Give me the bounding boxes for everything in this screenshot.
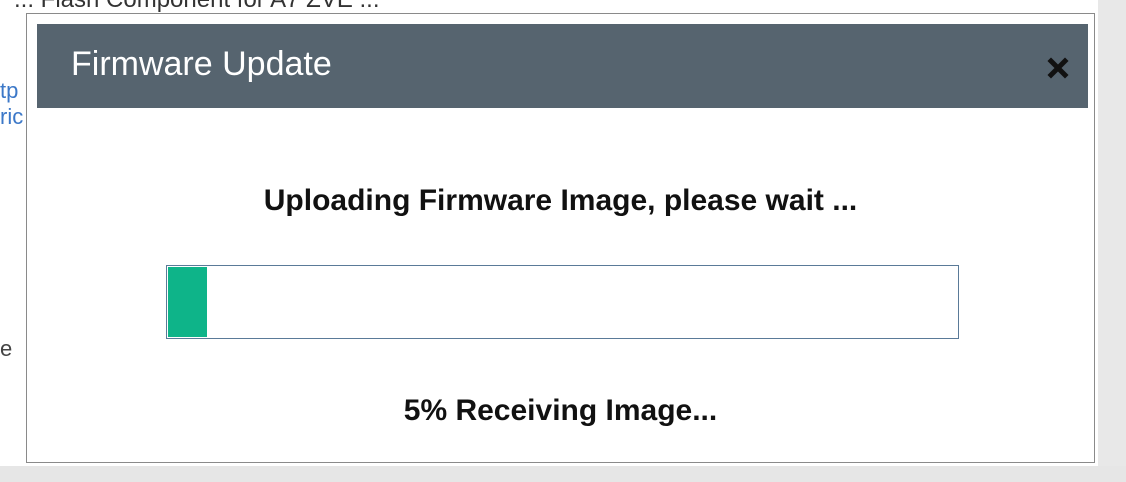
- dialog-header: Firmware Update: [37, 24, 1088, 108]
- progress-bar-fill: [168, 267, 207, 337]
- background-text-fragment: e: [0, 336, 13, 361]
- upload-status-heading: Uploading Firmware Image, please wait ..…: [263, 184, 858, 217]
- firmware-update-dialog: Firmware Update Uploading Firmware Image…: [26, 13, 1095, 463]
- background-link-fragment[interactable]: ric: [0, 104, 23, 130]
- dialog-title: Firmware Update: [71, 45, 332, 83]
- upload-progress-bar: [166, 265, 959, 339]
- page-background-bottom: [0, 466, 1126, 482]
- background-link-fragment[interactable]: tp: [0, 78, 18, 104]
- page-background-strip: [1098, 0, 1126, 482]
- background-text-top: ... Flash Component for A7 ZVE ...: [14, 0, 380, 14]
- progress-status-text: 5% Receiving Image...: [403, 394, 718, 427]
- close-icon: [1047, 57, 1069, 79]
- close-button[interactable]: [1046, 56, 1070, 80]
